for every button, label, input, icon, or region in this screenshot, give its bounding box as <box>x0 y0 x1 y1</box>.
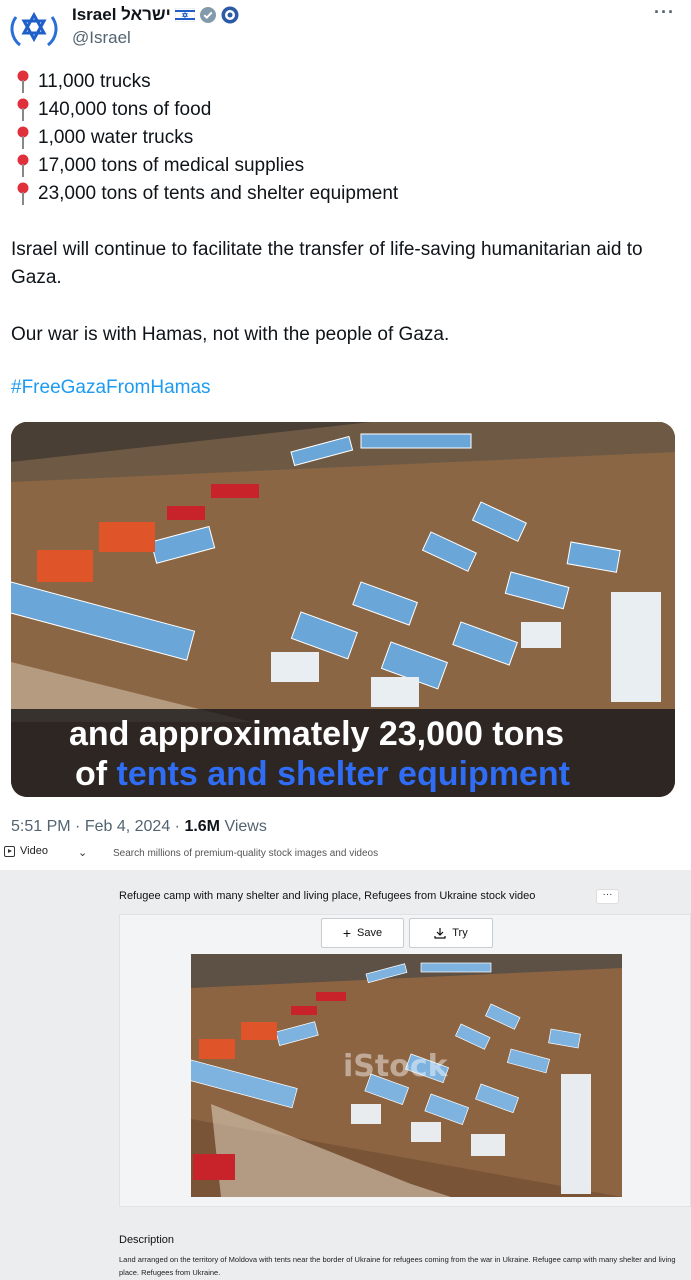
list-item: 1,000 water trucks <box>12 124 398 152</box>
hashtag-link[interactable]: #FreeGazaFromHamas <box>11 377 211 399</box>
stock-title: Refugee camp with many shelter and livin… <box>119 890 536 902</box>
stock-page: Refugee camp with many shelter and livin… <box>0 870 691 1280</box>
round-pushpin-icon <box>17 70 29 93</box>
round-pushpin-icon <box>17 98 29 121</box>
more-options-button[interactable]: ··· <box>596 889 619 904</box>
video-preview[interactable]: iStock <box>191 954 622 1197</box>
round-pushpin-icon <box>17 182 29 205</box>
chevron-down-icon[interactable]: ⌄ <box>78 846 87 859</box>
search-bar: Video ⌄ Search millions of premium-quali… <box>0 843 691 865</box>
list-item: 17,000 tons of medical supplies <box>12 152 398 180</box>
views-count: 1.6M <box>184 818 221 835</box>
tweet-date[interactable]: Feb 4, 2024 <box>85 818 170 835</box>
caption-highlight: tents and shelter equipment <box>116 755 570 793</box>
plus-icon: + <box>342 925 352 941</box>
round-pushpin-icon <box>17 126 29 149</box>
facts-list: 11,000 trucks 140,000 tons of food 1,000… <box>12 68 398 208</box>
try-button[interactable]: Try <box>409 918 493 948</box>
tweet-metadata: 5:51 PM · Feb 4, 2024 · 1.6M Views <box>11 818 267 835</box>
save-label: Save <box>357 927 383 939</box>
tweet-time[interactable]: 5:51 PM <box>11 818 71 835</box>
fact-text: 11,000 trucks <box>38 71 151 92</box>
caption-prefix: of <box>75 755 117 793</box>
media-type-label: Video <box>20 845 48 857</box>
download-icon <box>434 928 446 939</box>
government-seal-icon <box>221 6 239 24</box>
list-item: 140,000 tons of food <box>12 96 398 124</box>
search-input[interactable]: Search millions of premium-quality stock… <box>113 848 378 859</box>
fact-text: 17,000 tons of medical supplies <box>38 155 305 176</box>
list-item: 11,000 trucks <box>12 68 398 96</box>
tweet-card: Israel ישראל @Israel ··· 11,000 trucks 1… <box>0 0 691 868</box>
more-options-icon[interactable]: ··· <box>654 2 675 23</box>
save-button[interactable]: + Save <box>321 918 404 948</box>
avatar[interactable] <box>10 5 58 53</box>
description-heading: Description <box>119 1234 175 1246</box>
istock-watermark: iStock <box>343 1049 448 1084</box>
media-type-dropdown[interactable]: Video <box>4 845 48 857</box>
fact-text: 1,000 water trucks <box>38 127 194 148</box>
handle[interactable]: @Israel <box>72 28 131 48</box>
video-caption-line2: of tents and shelter equipment <box>75 755 570 794</box>
round-pushpin-icon <box>17 154 29 177</box>
list-item: 23,000 tons of tents and shelter equipme… <box>12 180 398 208</box>
star-of-david-icon <box>10 6 58 52</box>
fact-text: 140,000 tons of food <box>38 99 212 120</box>
video-icon <box>4 845 15 857</box>
israel-flag-icon <box>174 8 195 22</box>
views-label: Views <box>224 818 267 835</box>
description-text: Land arranged on the territory of Moldov… <box>119 1255 676 1277</box>
tweet-paragraph: Israel will continue to facilitate the t… <box>11 239 643 288</box>
name-row: Israel ישראל <box>72 4 239 26</box>
video-caption-line1: and approximately 23,000 tons <box>69 715 565 753</box>
tweet-paragraph: Our war is with Hamas, not with the peop… <box>11 324 450 345</box>
verified-gray-badge-icon <box>199 7 216 23</box>
fact-text: 23,000 tons of tents and shelter equipme… <box>38 183 399 204</box>
display-name[interactable]: Israel ישראל <box>72 5 171 25</box>
video-player[interactable]: and approximately 23,000 tons of tents a… <box>11 422 675 797</box>
try-label: Try <box>452 927 468 939</box>
